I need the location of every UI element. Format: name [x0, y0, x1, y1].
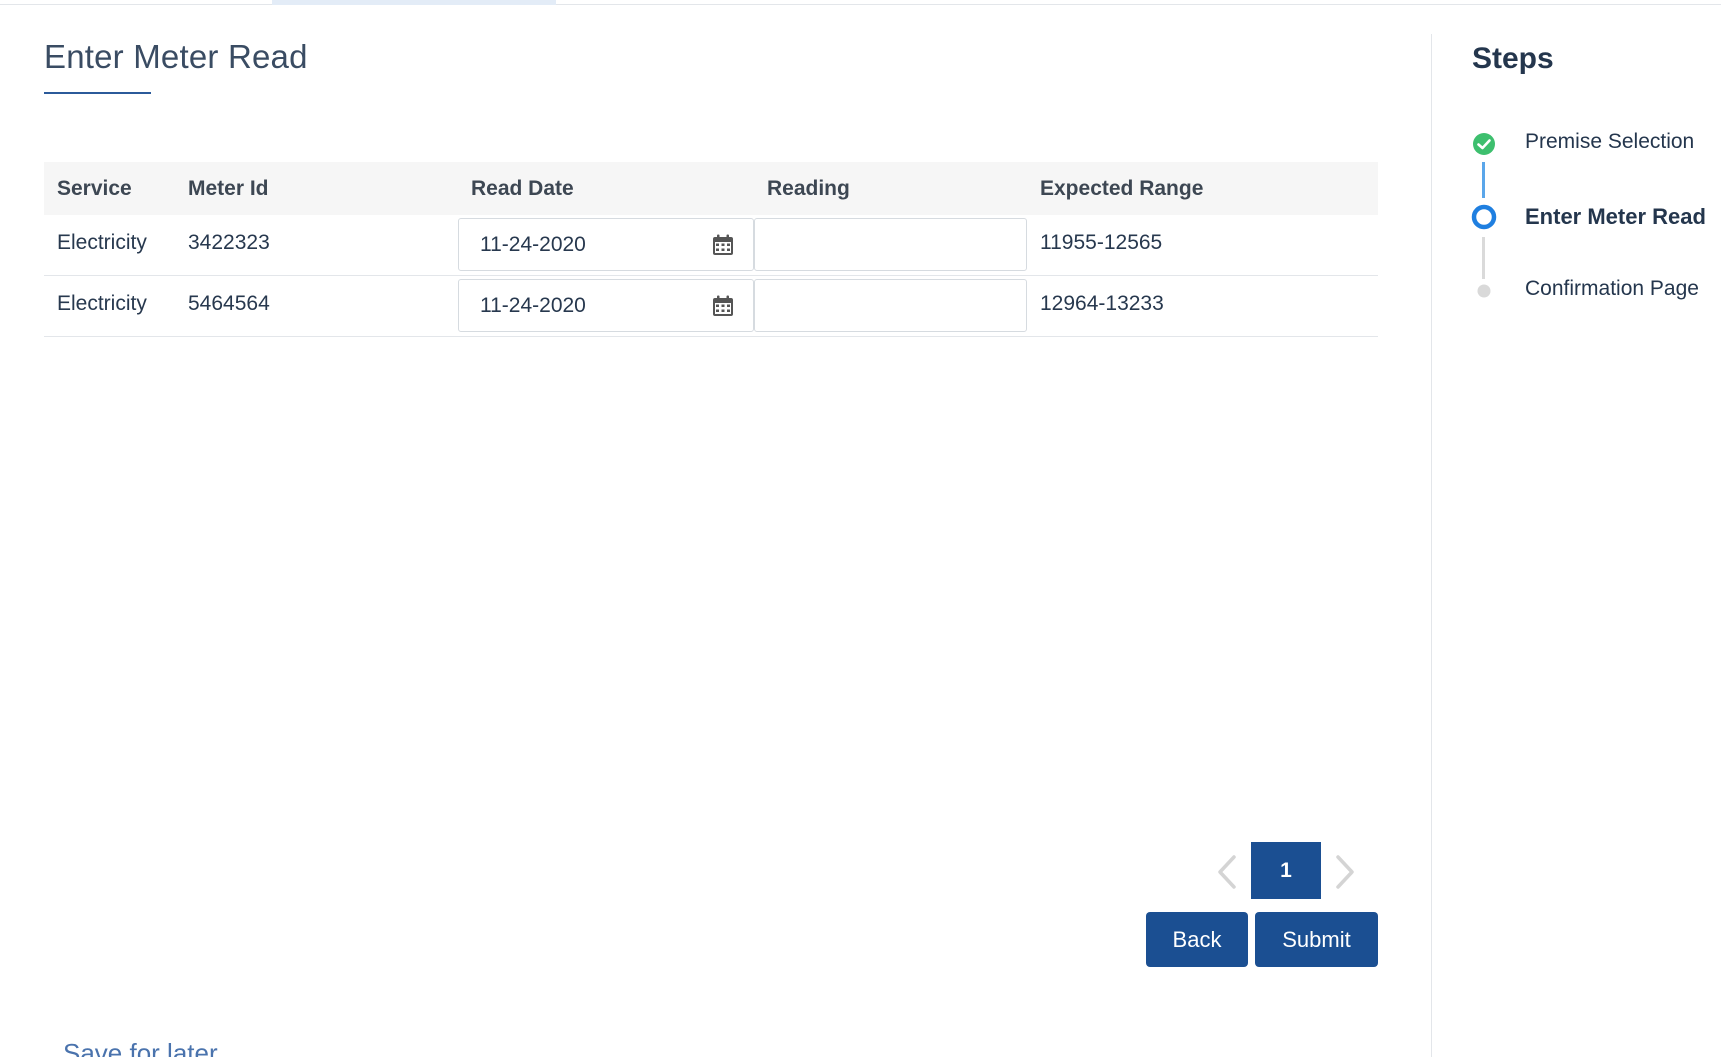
read-date-picker[interactable]: 11-24-2020: [458, 279, 754, 332]
header-read-date: Read Date: [471, 177, 574, 200]
expected-range-cell: 12964-13233: [1040, 292, 1164, 315]
header-service: Service: [57, 177, 132, 200]
step-premise-selection: Premise Selection: [1525, 130, 1695, 153]
steps-title: Steps: [1472, 42, 1554, 75]
reading-input[interactable]: [754, 218, 1027, 271]
page-title: Enter Meter Read: [44, 38, 308, 75]
read-date-value: 11-24-2020: [480, 233, 586, 256]
table-row: Electricity 3422323 11-24-2020 11955-125…: [44, 215, 1378, 276]
main-content: Enter Meter Read Service Meter Id Read D…: [0, 0, 1431, 1057]
check-circle-icon: [1473, 133, 1495, 155]
service-cell: Electricity: [57, 292, 147, 315]
reading-input[interactable]: [754, 279, 1027, 332]
calendar-icon[interactable]: [711, 233, 735, 257]
back-button[interactable]: Back: [1146, 912, 1248, 967]
read-date-picker[interactable]: 11-24-2020: [458, 218, 754, 271]
steps-sidebar: Steps Premise Selection Enter Meter Read…: [1432, 0, 1721, 1057]
title-underline: [44, 92, 151, 94]
step-confirmation-page: Confirmation Page: [1525, 277, 1699, 300]
page-1-button[interactable]: 1: [1251, 842, 1321, 899]
table-header: Service Meter Id Read Date Reading Expec…: [44, 162, 1378, 215]
step-connector: [1482, 237, 1485, 279]
calendar-icon[interactable]: [711, 294, 735, 318]
meter-id-cell: 3422323: [188, 231, 270, 254]
meter-id-cell: 5464564: [188, 292, 270, 315]
read-date-value: 11-24-2020: [480, 294, 586, 317]
active-step-icon: [1471, 204, 1497, 230]
chevron-right-icon[interactable]: [1328, 852, 1360, 892]
header-meter-id: Meter Id: [188, 177, 269, 200]
pending-step-dot-icon: [1477, 284, 1491, 298]
expected-range-cell: 11955-12565: [1040, 231, 1163, 254]
header-expected-range: Expected Range: [1040, 177, 1204, 200]
meter-read-table: Service Meter Id Read Date Reading Expec…: [44, 162, 1378, 337]
header-reading: Reading: [767, 177, 850, 200]
chevron-left-icon[interactable]: [1212, 852, 1244, 892]
submit-button[interactable]: Submit: [1255, 912, 1378, 967]
service-cell: Electricity: [57, 231, 147, 254]
step-connector: [1482, 162, 1485, 198]
save-for-later-link[interactable]: Save for later: [63, 1038, 218, 1057]
table-row: Electricity 5464564 11-24-2020 12964-132…: [44, 276, 1378, 337]
step-enter-meter-read: Enter Meter Read: [1525, 204, 1706, 229]
